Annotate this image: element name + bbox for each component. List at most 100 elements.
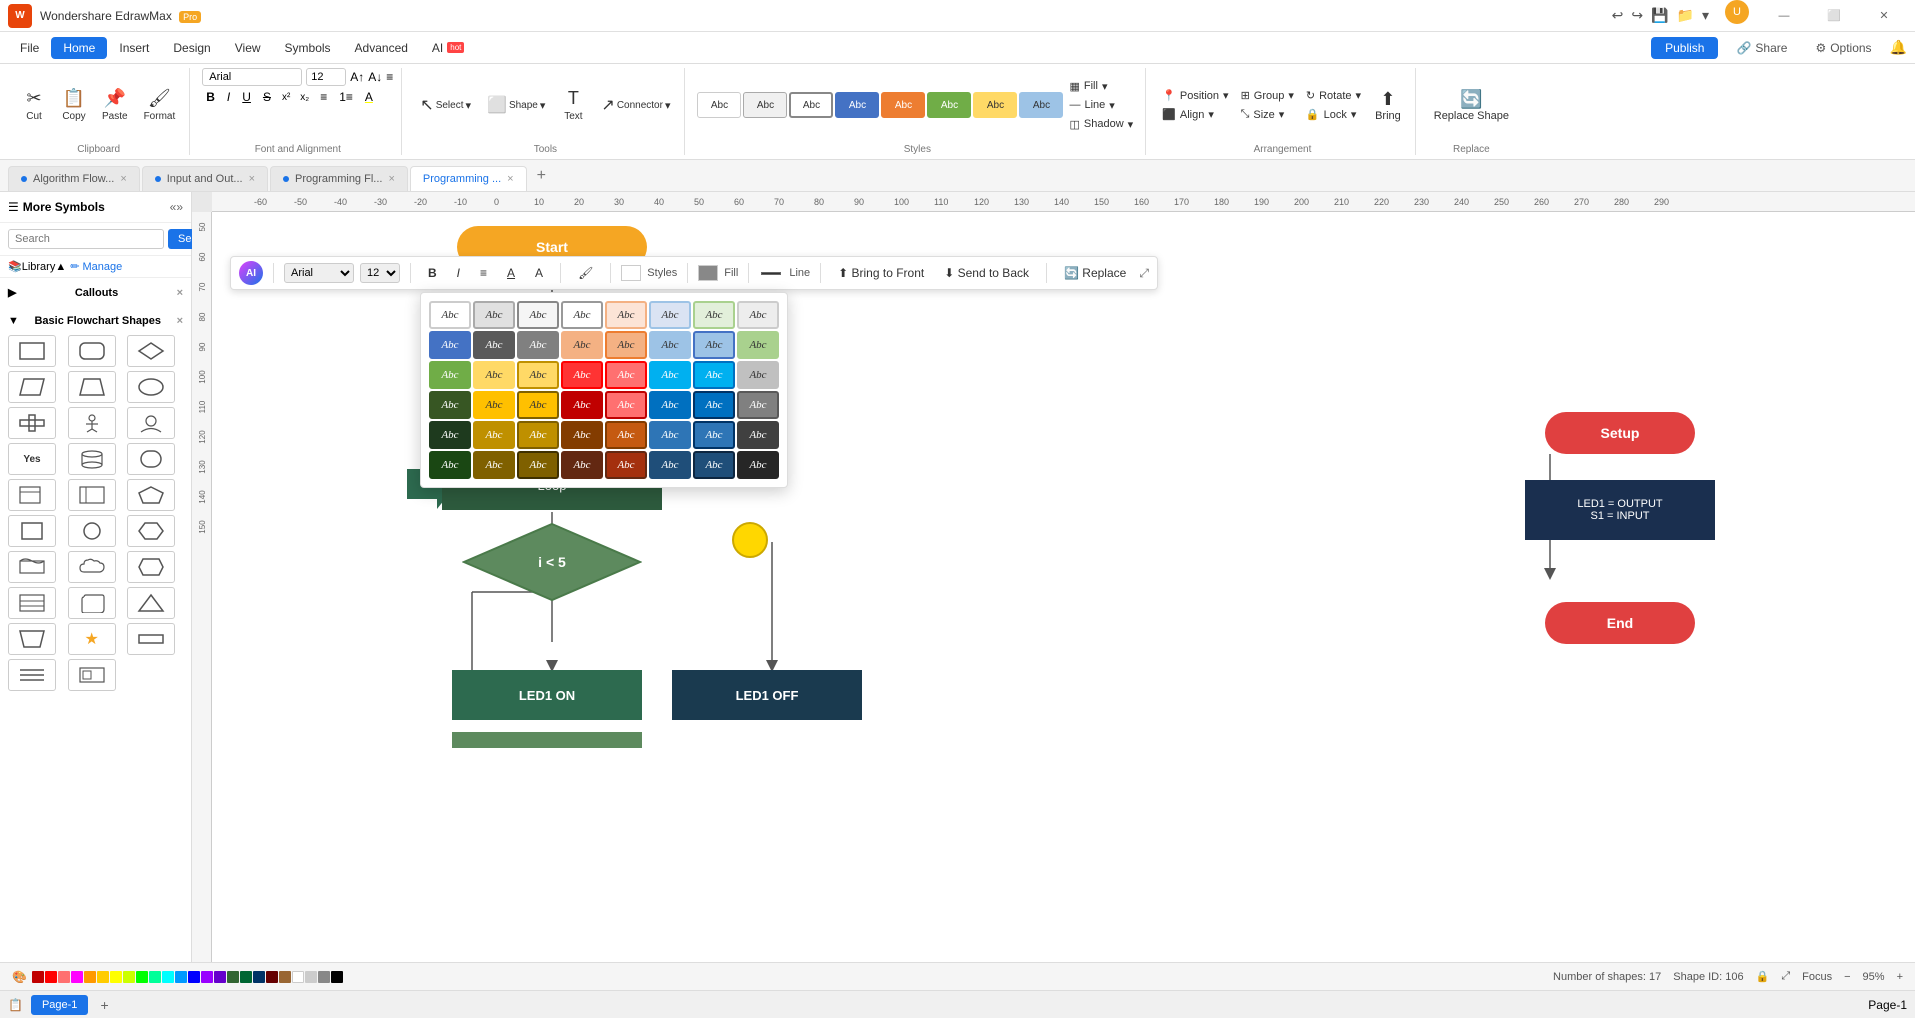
- color-swatch[interactable]: [227, 971, 239, 983]
- led1-off-shape[interactable]: LED1 OFF: [672, 670, 862, 720]
- style-option-1-6[interactable]: Abc: [693, 331, 735, 359]
- style-option-4-0[interactable]: Abc: [429, 421, 471, 449]
- color-swatch[interactable]: [110, 971, 122, 983]
- shape-extra1[interactable]: [127, 623, 175, 655]
- superscript-btn[interactable]: x²: [279, 90, 293, 105]
- style-option-1-5[interactable]: Abc: [649, 331, 691, 359]
- setup-shape[interactable]: Setup: [1545, 412, 1695, 454]
- color-swatch[interactable]: [84, 971, 96, 983]
- style-option-5-1[interactable]: Abc: [473, 451, 515, 479]
- page-tools-icon[interactable]: 📋: [8, 998, 23, 1012]
- style-option-0-3[interactable]: Abc: [561, 301, 603, 329]
- tab-input[interactable]: Input and Out... ×: [142, 166, 268, 191]
- style-option-0-1[interactable]: Abc: [473, 301, 515, 329]
- shape-parallelogram[interactable]: [8, 371, 56, 403]
- strikethrough-btn[interactable]: S: [259, 88, 275, 106]
- style-option-3-0[interactable]: Abc: [429, 391, 471, 419]
- style-option-4-3[interactable]: Abc: [561, 421, 603, 449]
- style-option-3-4[interactable]: Abc: [605, 391, 647, 419]
- shape-note[interactable]: [8, 479, 56, 511]
- focus-btn[interactable]: Focus: [1802, 971, 1832, 983]
- style-option-1-2[interactable]: Abc: [517, 331, 559, 359]
- float-font-size[interactable]: 12: [360, 263, 400, 283]
- style-option-2-7[interactable]: Abc: [737, 361, 779, 389]
- bring-btn[interactable]: ⬆ Bring: [1369, 85, 1407, 126]
- end-shape[interactable]: End: [1545, 602, 1695, 644]
- style-option-2-0[interactable]: Abc: [429, 361, 471, 389]
- position-btn[interactable]: 📍 Position ▾: [1158, 87, 1232, 104]
- shape-cylinder[interactable]: [68, 443, 116, 475]
- tab-close[interactable]: ×: [249, 173, 255, 185]
- float-format-painter[interactable]: 🖌: [571, 262, 600, 284]
- search-input[interactable]: [8, 229, 164, 249]
- font-size-dropdown[interactable]: 12: [306, 68, 346, 86]
- style-swatch-7[interactable]: Abc: [1019, 92, 1063, 118]
- align-btn[interactable]: ⬛ Align ▾: [1158, 106, 1232, 123]
- style-option-4-7[interactable]: Abc: [737, 421, 779, 449]
- float-bring-front[interactable]: ⬆ Bring to Front: [831, 262, 931, 284]
- text-align-btn[interactable]: ≡: [386, 70, 393, 84]
- canvas[interactable]: Start ประมวลผล Loop i < 5: [212, 212, 1915, 990]
- paste-btn[interactable]: 📌 Paste: [96, 84, 134, 126]
- user-avatar[interactable]: U: [1725, 0, 1749, 24]
- style-option-3-1[interactable]: Abc: [473, 391, 515, 419]
- bottom-bar[interactable]: [452, 732, 642, 748]
- style-swatch-1[interactable]: Abc: [743, 92, 787, 118]
- tab-close[interactable]: ×: [120, 173, 126, 185]
- menu-design[interactable]: Design: [161, 37, 222, 59]
- callouts-header[interactable]: ▶ Callouts ×: [8, 282, 183, 303]
- style-option-3-7[interactable]: Abc: [737, 391, 779, 419]
- float-expand-btn[interactable]: ⤢: [1139, 266, 1149, 281]
- numbered-list-btn[interactable]: 1≡: [335, 88, 357, 106]
- style-option-1-0[interactable]: Abc: [429, 331, 471, 359]
- shape-square[interactable]: [8, 515, 56, 547]
- shape-avatar[interactable]: [127, 407, 175, 439]
- basic-flowchart-close[interactable]: ×: [177, 315, 183, 327]
- text-btn[interactable]: T Text: [555, 84, 591, 126]
- float-fill-label[interactable]: Fill: [724, 267, 738, 279]
- style-option-4-6[interactable]: Abc: [693, 421, 735, 449]
- float-replace[interactable]: 🔄 Replace: [1057, 262, 1133, 284]
- menu-file[interactable]: File: [8, 37, 51, 59]
- style-option-4-1[interactable]: Abc: [473, 421, 515, 449]
- style-option-0-5[interactable]: Abc: [649, 301, 691, 329]
- float-send-back[interactable]: ⬇ Send to Back: [937, 262, 1036, 284]
- lock-icon[interactable]: 🔒: [1756, 970, 1770, 983]
- style-option-2-6[interactable]: Abc: [693, 361, 735, 389]
- maximize-btn[interactable]: ⬜: [1811, 0, 1857, 32]
- tab-programming2[interactable]: Programming ... ×: [410, 166, 527, 191]
- group-btn[interactable]: ⊞ Group ▾: [1237, 87, 1298, 104]
- style-swatch-2[interactable]: Abc: [789, 92, 833, 118]
- manage-btn[interactable]: ✏ Manage: [70, 260, 122, 273]
- subscript-btn[interactable]: x₂: [297, 90, 312, 105]
- tab-add-btn[interactable]: +: [529, 161, 554, 191]
- font-size-decrease-btn[interactable]: A↓: [368, 70, 382, 84]
- save-btn[interactable]: 💾: [1651, 7, 1668, 24]
- style-option-0-0[interactable]: Abc: [429, 301, 471, 329]
- color-swatch[interactable]: [136, 971, 148, 983]
- style-option-4-4[interactable]: Abc: [605, 421, 647, 449]
- float-line-indicator[interactable]: [761, 272, 781, 275]
- led1-on-shape[interactable]: LED1 ON: [452, 670, 642, 720]
- float-fill-indicator[interactable]: [698, 265, 718, 281]
- shape-cloud[interactable]: [68, 551, 116, 583]
- select-dropdown[interactable]: ↖ Select ▾: [414, 91, 477, 119]
- shape-hexagon[interactable]: [127, 515, 175, 547]
- style-option-0-2[interactable]: Abc: [517, 301, 559, 329]
- color-swatch[interactable]: [58, 971, 70, 983]
- float-text[interactable]: A: [528, 262, 550, 284]
- shape-triangle[interactable]: [127, 587, 175, 619]
- bullet-list-btn[interactable]: ≡: [316, 88, 331, 106]
- undo-btn[interactable]: ↩: [1612, 7, 1624, 24]
- style-option-0-7[interactable]: Abc: [737, 301, 779, 329]
- shape-circle[interactable]: [68, 515, 116, 547]
- color-swatch[interactable]: [188, 971, 200, 983]
- shape-extra3[interactable]: [68, 659, 116, 691]
- copy-btn[interactable]: 📋 Copy: [56, 84, 92, 126]
- style-option-1-1[interactable]: Abc: [473, 331, 515, 359]
- redo-btn[interactable]: ↪: [1631, 7, 1643, 24]
- color-swatch[interactable]: [175, 971, 187, 983]
- float-bold[interactable]: B: [421, 262, 444, 284]
- shape-yes-bubble[interactable]: Yes: [8, 443, 56, 475]
- shape-rounded-rect[interactable]: [68, 335, 116, 367]
